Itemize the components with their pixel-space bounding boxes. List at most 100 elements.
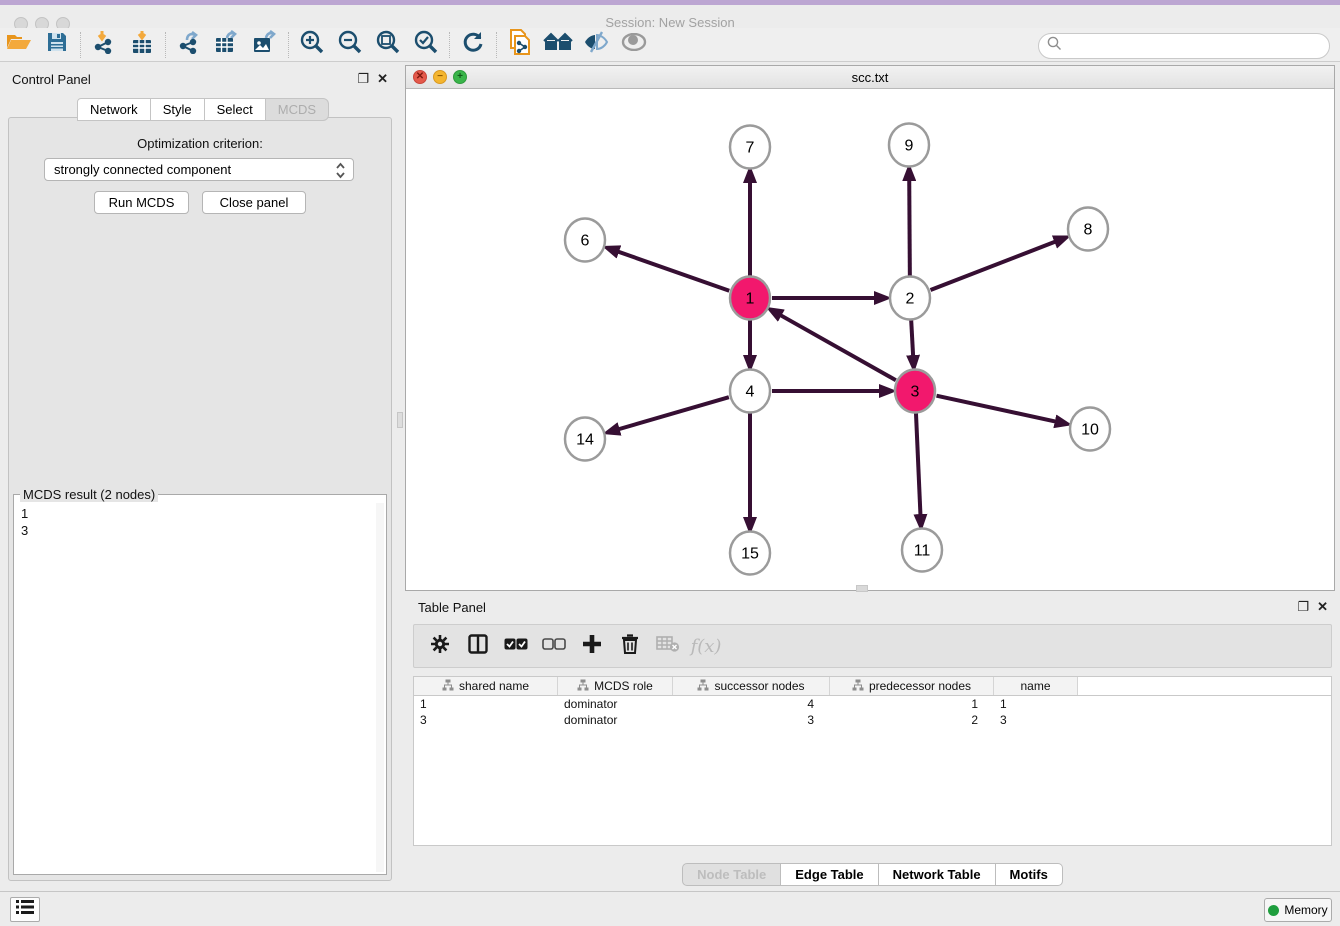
search-input[interactable] bbox=[1062, 35, 1329, 57]
canvas-splitter-handle[interactable] bbox=[856, 585, 868, 592]
eye-button[interactable] bbox=[615, 30, 653, 60]
cell-successor-nodes[interactable]: 3 bbox=[673, 712, 830, 728]
table-row-0[interactable]: 1dominator411 bbox=[414, 696, 1331, 712]
refresh-icon bbox=[462, 31, 484, 58]
edge-3-11[interactable] bbox=[916, 413, 921, 516]
delete-table-button[interactable] bbox=[652, 630, 684, 662]
optimization-criterion-label: Optimization criterion: bbox=[0, 136, 400, 151]
svg-text:9: 9 bbox=[905, 138, 914, 155]
tab-network-table[interactable]: Network Table bbox=[879, 863, 996, 886]
cell-predecessor-nodes[interactable]: 1 bbox=[830, 696, 994, 712]
node-4[interactable]: 4 bbox=[730, 370, 770, 413]
select-all-columns-button[interactable] bbox=[500, 630, 532, 662]
zoom-selected-button[interactable] bbox=[407, 30, 445, 60]
node-1[interactable]: 1 bbox=[730, 277, 770, 320]
refresh-view-button[interactable] bbox=[454, 30, 492, 60]
node-14[interactable]: 14 bbox=[565, 418, 605, 461]
column-header-successor-nodes[interactable]: successor nodes bbox=[673, 677, 830, 695]
panel-splitter-handle[interactable] bbox=[397, 412, 403, 428]
save-session-button[interactable] bbox=[38, 30, 76, 60]
cell-successor-nodes[interactable]: 4 bbox=[673, 696, 830, 712]
function-builder-button[interactable]: f(x) bbox=[690, 630, 722, 662]
edge-1-6[interactable] bbox=[617, 251, 729, 290]
close-panel-button[interactable]: Close panel bbox=[202, 191, 306, 214]
table-row-1[interactable]: 3dominator323 bbox=[414, 712, 1331, 728]
criterion-dropdown[interactable]: strongly connected component bbox=[44, 158, 354, 181]
toggle-graphics-details-button[interactable] bbox=[577, 30, 615, 60]
run-mcds-button[interactable]: Run MCDS bbox=[94, 191, 189, 214]
network-canvas[interactable]: 1 2 3 4 6 7 8 9 10 11 14 15 bbox=[406, 89, 1334, 590]
node-9[interactable]: 9 bbox=[889, 124, 929, 167]
zoom-fit-icon bbox=[376, 30, 400, 59]
open-session-button[interactable] bbox=[0, 30, 38, 60]
svg-text:1: 1 bbox=[746, 291, 755, 308]
clone-network-button[interactable] bbox=[501, 30, 539, 60]
cell-mcds-role[interactable]: dominator bbox=[558, 712, 673, 728]
zoom-fit-button[interactable] bbox=[369, 30, 407, 60]
zoom-in-button[interactable] bbox=[293, 30, 331, 60]
node-table[interactable]: shared nameMCDS rolesuccessor nodesprede… bbox=[413, 676, 1332, 846]
result-scrollbar[interactable] bbox=[376, 503, 384, 872]
float-panel-icon[interactable]: ❐ bbox=[357, 71, 369, 87]
close-panel-icon[interactable]: ✕ bbox=[377, 71, 388, 87]
status-bar: Memory bbox=[0, 891, 1340, 926]
ndex-home-button[interactable] bbox=[539, 30, 577, 60]
mcds-result-text[interactable]: 1 3 bbox=[16, 503, 376, 872]
create-column-button[interactable] bbox=[576, 630, 608, 662]
edge-4-14[interactable] bbox=[618, 397, 729, 429]
node-15[interactable]: 15 bbox=[730, 532, 770, 575]
export-table-button[interactable] bbox=[208, 30, 246, 60]
zoom-out-button[interactable] bbox=[331, 30, 369, 60]
cell-mcds-role[interactable]: dominator bbox=[558, 696, 673, 712]
delete-column-button[interactable] bbox=[614, 630, 646, 662]
table-panel-title: Table Panel bbox=[418, 600, 486, 615]
cell-shared-name[interactable]: 3 bbox=[414, 712, 558, 728]
cell-shared-name[interactable]: 1 bbox=[414, 696, 558, 712]
tab-motifs[interactable]: Motifs bbox=[996, 863, 1063, 886]
edge-3-1[interactable] bbox=[780, 315, 896, 381]
node-11[interactable]: 11 bbox=[902, 529, 942, 572]
tab-network[interactable]: Network bbox=[77, 98, 151, 121]
cell-name[interactable]: 1 bbox=[994, 696, 1078, 712]
zoom-out-icon bbox=[338, 30, 362, 59]
tab-mcds[interactable]: MCDS bbox=[266, 98, 329, 121]
node-8[interactable]: 8 bbox=[1068, 208, 1108, 251]
float-table-panel-icon[interactable]: ❐ bbox=[1297, 599, 1309, 615]
network-view-window: ✕ − + scc.txt 1 2 3 4 6 7 8 9 10 11 14 15 bbox=[405, 65, 1335, 591]
column-header-shared-name[interactable]: shared name bbox=[414, 677, 558, 695]
import-network-button[interactable] bbox=[85, 30, 123, 60]
show-column-button[interactable] bbox=[462, 630, 494, 662]
node-10[interactable]: 10 bbox=[1070, 408, 1110, 451]
edge-2-8[interactable] bbox=[931, 241, 1057, 290]
table-panel-tabs: Node TableEdge TableNetwork TableMotifs bbox=[405, 863, 1340, 886]
edge-2-9[interactable] bbox=[909, 179, 910, 276]
cell-predecessor-nodes[interactable]: 2 bbox=[830, 712, 994, 728]
column-header-mcds-role[interactable]: MCDS role bbox=[558, 677, 673, 695]
node-2[interactable]: 2 bbox=[890, 277, 930, 320]
close-table-panel-icon[interactable]: ✕ bbox=[1317, 599, 1328, 615]
node-7[interactable]: 7 bbox=[730, 126, 770, 169]
table-settings-button[interactable] bbox=[424, 630, 456, 662]
shared-column-icon bbox=[442, 679, 454, 694]
export-image-button[interactable] bbox=[246, 30, 284, 60]
gear-icon bbox=[430, 634, 450, 659]
network-window-titlebar[interactable]: ✕ − + scc.txt bbox=[406, 66, 1334, 89]
table-body: 1dominator4113dominator323 bbox=[414, 696, 1331, 728]
column-header-predecessor-nodes[interactable]: predecessor nodes bbox=[830, 677, 994, 695]
column-header-name[interactable]: name bbox=[994, 677, 1078, 695]
edge-2-3[interactable] bbox=[911, 320, 913, 357]
memory-button[interactable]: Memory bbox=[1264, 898, 1332, 922]
export-network-button[interactable] bbox=[170, 30, 208, 60]
task-history-button[interactable] bbox=[10, 897, 40, 922]
cell-name[interactable]: 3 bbox=[994, 712, 1078, 728]
unselect-all-columns-button[interactable] bbox=[538, 630, 570, 662]
tab-node-table[interactable]: Node Table bbox=[682, 863, 781, 886]
import-table-button[interactable] bbox=[123, 30, 161, 60]
list-icon bbox=[16, 900, 34, 919]
tab-style[interactable]: Style bbox=[151, 98, 205, 121]
tab-edge-table[interactable]: Edge Table bbox=[781, 863, 878, 886]
node-6[interactable]: 6 bbox=[565, 219, 605, 262]
node-3[interactable]: 3 bbox=[895, 370, 935, 413]
edge-3-10[interactable] bbox=[936, 396, 1056, 422]
tab-select[interactable]: Select bbox=[205, 98, 266, 121]
